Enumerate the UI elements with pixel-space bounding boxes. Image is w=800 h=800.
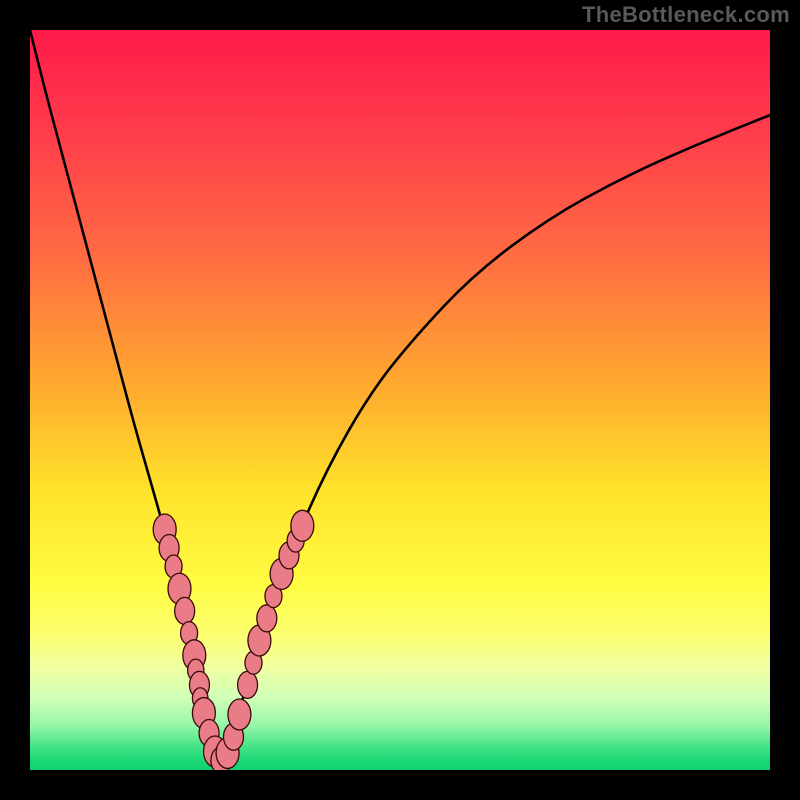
chart-frame: TheBottleneck.com [0,0,800,800]
plot-area [30,30,770,770]
watermark-text: TheBottleneck.com [582,2,790,28]
heat-gradient-background [30,30,770,770]
